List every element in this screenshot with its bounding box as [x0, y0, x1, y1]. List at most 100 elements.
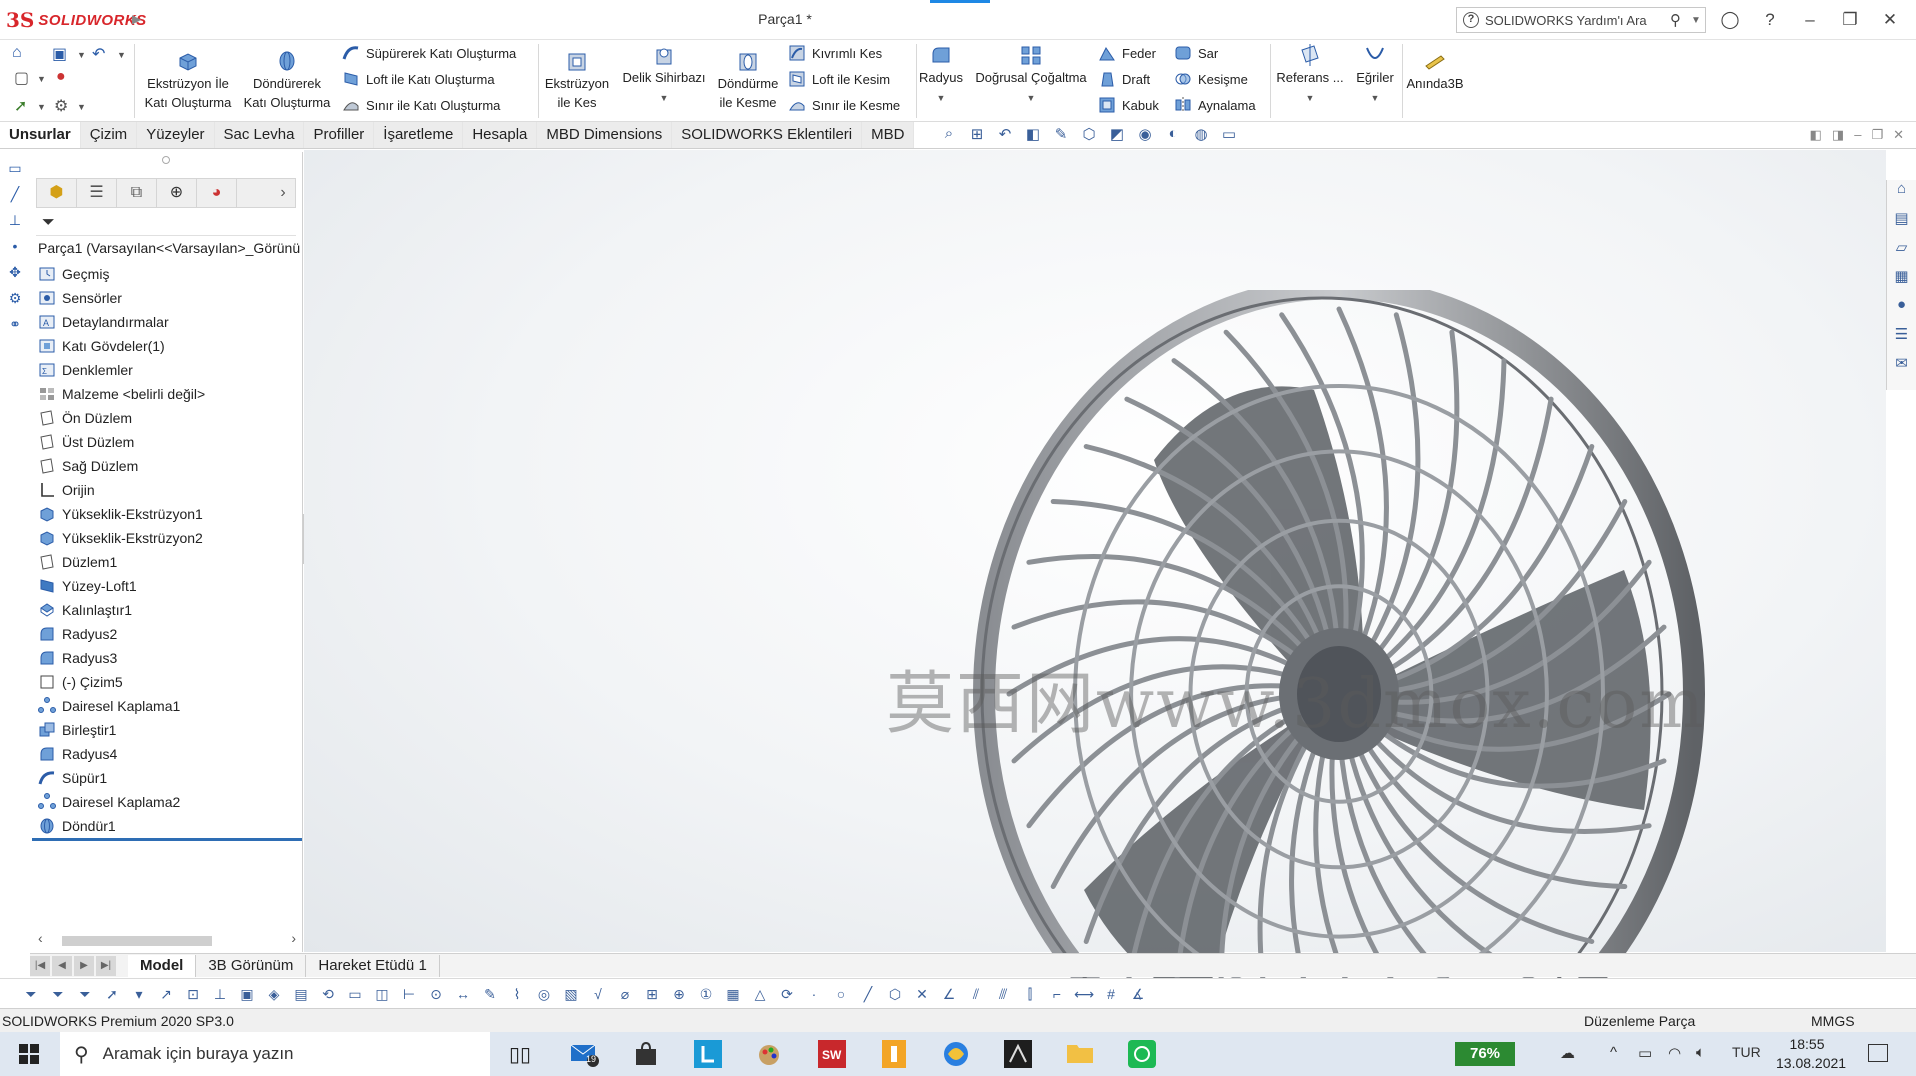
convert-icon[interactable]: ⫻: [992, 983, 1014, 1005]
tree-item[interactable]: Üst Düzlem: [38, 430, 300, 454]
previous-view-icon[interactable]: ↶: [994, 125, 1016, 147]
loft-cut-button[interactable]: Loft ile Kesim: [788, 70, 890, 88]
reference-dropdown-icon[interactable]: ▼: [1306, 93, 1315, 103]
fillet-dropdown-icon[interactable]: ▼: [937, 93, 946, 103]
select-icon[interactable]: ➚: [14, 96, 27, 116]
tree-item[interactable]: Kalınlaştır1: [38, 598, 300, 622]
tree-item[interactable]: Dairesel Kaplama2: [38, 790, 300, 814]
line-icon[interactable]: ╱: [0, 186, 30, 212]
draft-button[interactable]: Draft: [1098, 70, 1150, 88]
appearances-icon[interactable]: ●: [1887, 296, 1916, 325]
note-icon[interactable]: ✎: [479, 983, 501, 1005]
select-dropdown-icon[interactable]: ▼: [37, 102, 46, 112]
tree-item[interactable]: Katı Gövdeler(1): [38, 334, 300, 358]
tree-item[interactable]: Yükseklik-Ekstrüzyon2: [38, 526, 300, 550]
tree-item[interactable]: Sensörler: [38, 286, 300, 310]
next-tab-icon[interactable]: ▶: [74, 955, 94, 976]
graphics-viewport[interactable]: 莫西网www.3dmox.com Y X Z: [304, 150, 1886, 1076]
spotify-app-icon[interactable]: [1124, 1038, 1160, 1070]
sketch-filter-icon[interactable]: ▭: [344, 983, 366, 1005]
dimension-icon[interactable]: ↔: [452, 983, 474, 1005]
magnet-icon[interactable]: ⚭: [0, 316, 30, 342]
last-tab-icon[interactable]: ▶|: [96, 955, 116, 976]
axis-icon[interactable]: ⊥: [0, 212, 30, 238]
tab-mbd-dimensions[interactable]: MBD Dimensions: [537, 122, 673, 148]
tree-item[interactable]: Yükseklik-Ekstrüzyon1: [38, 502, 300, 526]
design-library-icon[interactable]: ▤: [1887, 209, 1916, 238]
store-app-icon[interactable]: [628, 1038, 664, 1070]
tab-addins[interactable]: SOLIDWORKS Eklentileri: [672, 122, 863, 148]
input-language[interactable]: TUR: [1732, 1044, 1761, 1060]
windows-start-button[interactable]: [0, 1032, 58, 1076]
linear-pattern-dropdown-icon[interactable]: ▼: [1027, 93, 1036, 103]
tree-item[interactable]: Sağ Düzlem: [38, 454, 300, 478]
rollback-bar[interactable]: [32, 838, 302, 841]
undo-icon[interactable]: ↶: [92, 44, 105, 64]
revolve-cut-button[interactable]: Döndürme ile Kesme: [712, 50, 784, 112]
chevron-down-icon[interactable]: ▼: [1687, 15, 1705, 26]
table-icon[interactable]: ▦: [722, 983, 744, 1005]
close-button[interactable]: ✕: [1870, 8, 1910, 32]
minimize-button[interactable]: –: [1790, 8, 1830, 32]
tab-profiles[interactable]: Profiller: [304, 122, 375, 148]
viewport-minimize-icon[interactable]: –: [1854, 127, 1861, 143]
new-dropdown-icon[interactable]: ▼: [37, 74, 46, 84]
tree-item[interactable]: Yüzey-Loft1: [38, 574, 300, 598]
custom-properties-icon[interactable]: ☰: [1887, 325, 1916, 354]
tab-evaluate[interactable]: Hesapla: [463, 122, 538, 148]
dark-app-icon[interactable]: [1000, 1038, 1036, 1070]
shell-button[interactable]: Kabuk: [1098, 96, 1159, 114]
viewport-restore-icon[interactable]: ❐: [1871, 127, 1883, 143]
system-clock[interactable]: 18:55 13.08.2021: [1776, 1035, 1846, 1073]
sketch-icon[interactable]: ▭: [0, 160, 30, 186]
surface-icon[interactable]: ◈: [263, 983, 285, 1005]
help-icon[interactable]: ?: [1750, 8, 1790, 32]
tree-item[interactable]: Radyus2: [38, 622, 300, 646]
section-view-icon[interactable]: ◧: [1022, 125, 1044, 147]
tree-horizontal-scrollbar[interactable]: ‹ ›: [32, 930, 302, 950]
dynamic-annotation-icon[interactable]: ✎: [1050, 125, 1072, 147]
tree-item[interactable]: Geçmiş: [38, 262, 300, 286]
cosmetic-icon[interactable]: ◎: [533, 983, 555, 1005]
instant3d-button[interactable]: Anında3B: [1404, 50, 1466, 93]
home-icon[interactable]: ⌂: [12, 44, 22, 62]
tree-item[interactable]: (-) Çizim5: [38, 670, 300, 694]
tab-3d-views[interactable]: 3B Görünüm: [196, 954, 307, 977]
move-icon[interactable]: ✥: [0, 264, 30, 290]
offset-icon[interactable]: ⫽: [965, 983, 987, 1005]
solidworks-resources-icon[interactable]: ⌂: [1887, 180, 1916, 209]
balloon-icon[interactable]: ①: [695, 983, 717, 1005]
extrude-boss-button[interactable]: Ekstrüzyon İle Katı Oluşturma: [138, 50, 238, 112]
edge-icon[interactable]: ⊥: [209, 983, 231, 1005]
tab-mbd[interactable]: MBD: [862, 122, 915, 148]
chevron-down-icon[interactable]: ▾: [128, 983, 150, 1005]
cursor-icon[interactable]: ➚: [101, 983, 123, 1005]
taskbar-search[interactable]: ⚲ Aramak için buraya yazın: [60, 1032, 490, 1076]
wifi-icon[interactable]: ◠: [1668, 1044, 1681, 1062]
tree-item[interactable]: Döndür1: [38, 814, 300, 838]
file-explorer-app-icon[interactable]: [1062, 1038, 1098, 1070]
point-icon[interactable]: •: [0, 238, 30, 264]
tab-surfaces[interactable]: Yüzeyler: [137, 122, 215, 148]
battery-percentage[interactable]: 76%: [1455, 1042, 1515, 1066]
scroll-thumb[interactable]: [62, 936, 212, 946]
tab-model[interactable]: Model: [128, 954, 197, 977]
arrow-icon[interactable]: ↗: [155, 983, 177, 1005]
point-icon[interactable]: ·: [803, 983, 825, 1005]
circle-icon[interactable]: ○: [830, 983, 852, 1005]
display-style-icon[interactable]: ◩: [1106, 125, 1128, 147]
tree-item[interactable]: Düzlem1: [38, 550, 300, 574]
tree-item[interactable]: Süpür1: [38, 766, 300, 790]
tab-markup[interactable]: İşaretleme: [374, 122, 464, 148]
view-settings-icon[interactable]: ▭: [1218, 125, 1240, 147]
undo-dropdown-icon[interactable]: ▼: [117, 50, 126, 60]
grid-icon[interactable]: #: [1100, 983, 1122, 1005]
notification-center-icon[interactable]: [1868, 1044, 1888, 1062]
swept-boss-button[interactable]: Süpürerek Katı Oluşturma: [342, 44, 516, 62]
solidworks-logo[interactable]: 3S SOLIDWORKS: [6, 8, 147, 32]
boundary-boss-button[interactable]: Sınır ile Katı Oluşturma: [342, 96, 500, 114]
keyshot-app-icon[interactable]: [938, 1038, 974, 1070]
angle-icon[interactable]: ∠: [938, 983, 960, 1005]
rebuild-icon[interactable]: ⟳: [776, 983, 798, 1005]
vertex-icon[interactable]: ⊡: [182, 983, 204, 1005]
